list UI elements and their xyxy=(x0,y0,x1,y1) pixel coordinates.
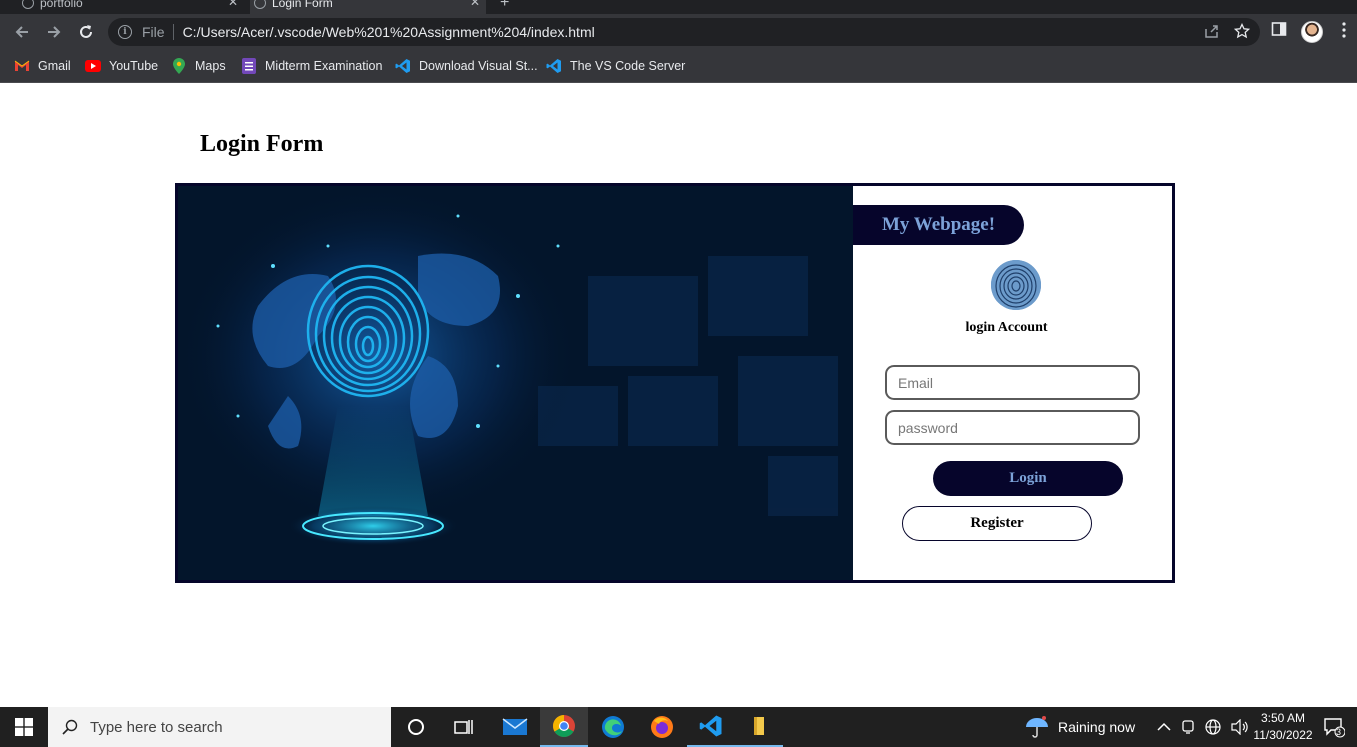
info-icon[interactable]: i xyxy=(118,25,132,39)
bookmark-midterm[interactable]: Midterm Examination xyxy=(241,56,382,76)
page-title: Login Form xyxy=(200,131,324,157)
globe-icon xyxy=(22,0,34,9)
windows-logo-icon xyxy=(15,718,33,736)
vscode-icon xyxy=(699,715,722,737)
meet-now-icon[interactable] xyxy=(1181,719,1195,735)
start-button[interactable] xyxy=(0,707,48,747)
profile-avatar[interactable] xyxy=(1301,21,1323,43)
login-button[interactable]: Login xyxy=(933,461,1123,496)
mail-button[interactable] xyxy=(491,707,539,747)
umbrella-rain-icon xyxy=(1026,716,1048,738)
tab-label: portfolio xyxy=(40,0,83,10)
notification-center-button[interactable]: 3 xyxy=(1323,707,1345,747)
forward-button[interactable] xyxy=(42,20,66,44)
task-view-button[interactable] xyxy=(440,707,488,747)
brand-title: My Webpage! xyxy=(881,214,996,235)
task-view-icon xyxy=(454,720,473,734)
star-icon[interactable] xyxy=(1234,23,1250,39)
vscode-icon xyxy=(395,58,411,74)
chrome-button[interactable] xyxy=(540,707,588,747)
tab-label: Login Form xyxy=(272,0,333,10)
bookmark-download-vscode[interactable]: Download Visual St... xyxy=(395,56,538,76)
menu-kebab-icon[interactable] xyxy=(1338,21,1350,39)
weather-text: Raining now xyxy=(1058,719,1136,735)
forward-arrow-icon xyxy=(48,26,61,38)
address-bar[interactable]: i File C:/Users/Acer/.vscode/Web%201%20A… xyxy=(108,18,1260,46)
reload-icon xyxy=(80,25,92,38)
bookmark-label: Download Visual St... xyxy=(419,59,538,73)
bookmark-vscode-server[interactable]: The VS Code Server xyxy=(546,56,685,76)
maps-icon xyxy=(171,58,187,74)
tab-strip: portfolio ✕ Login Form ✕ + xyxy=(0,0,1357,14)
tab-portfolio[interactable]: portfolio ✕ xyxy=(18,0,244,14)
network-globe-icon[interactable] xyxy=(1205,719,1221,735)
bookmark-gmail[interactable]: Gmail xyxy=(14,56,71,76)
edge-icon xyxy=(602,716,624,738)
reload-button[interactable] xyxy=(74,20,98,44)
firefox-button[interactable] xyxy=(638,707,686,747)
tab-login-form[interactable]: Login Form ✕ xyxy=(250,0,486,14)
search-placeholder: Type here to search xyxy=(90,718,223,736)
close-icon[interactable]: ✕ xyxy=(228,0,238,9)
taskbar-search[interactable]: Type here to search xyxy=(48,707,391,747)
vscode-button[interactable] xyxy=(687,707,735,747)
clock-date: 11/30/2022 xyxy=(1253,728,1313,742)
clock-time: 3:50 AM xyxy=(1260,711,1306,725)
firefox-icon xyxy=(651,716,673,738)
bookmark-label: Gmail xyxy=(38,59,71,73)
bookmark-youtube[interactable]: YouTube xyxy=(85,56,158,76)
url-text[interactable]: C:/Users/Acer/.vscode/Web%201%20Assignme… xyxy=(183,24,595,40)
bookmarks-bar: Gmail YouTube Maps Midterm Examination D… xyxy=(0,50,1357,83)
side-panel-icon[interactable] xyxy=(1271,21,1287,37)
back-button[interactable] xyxy=(10,20,34,44)
vscode-icon xyxy=(546,58,562,74)
chrome-icon xyxy=(553,715,575,737)
scheme-label: File xyxy=(142,24,165,40)
divider xyxy=(172,24,174,40)
mail-icon xyxy=(502,718,528,735)
notification-count: 3 xyxy=(1336,727,1342,737)
globe-icon xyxy=(254,0,266,9)
bookmark-label: Maps xyxy=(195,59,226,73)
login-panel: My Webpage! login Account Login Register xyxy=(853,186,1172,580)
new-tab-icon[interactable]: + xyxy=(500,0,509,12)
chevron-up-icon[interactable] xyxy=(1157,722,1171,732)
search-icon xyxy=(62,719,78,735)
back-arrow-icon xyxy=(15,26,28,38)
bookmark-label: Midterm Examination xyxy=(265,59,383,73)
forms-icon xyxy=(241,58,257,74)
account-heading: login Account xyxy=(965,320,1048,335)
login-container: My Webpage! login Account Login Register xyxy=(175,183,1175,583)
notification-icon xyxy=(1324,718,1345,738)
clock[interactable]: 3:50 AM 11/30/2022 xyxy=(1245,710,1321,744)
password-field[interactable] xyxy=(885,410,1140,445)
edge-button[interactable] xyxy=(589,707,637,747)
close-icon[interactable]: ✕ xyxy=(470,0,480,9)
windows-taskbar: Type here to search Raining now 3:50 AM … xyxy=(0,707,1357,747)
youtube-icon xyxy=(85,58,101,74)
cortana-button[interactable] xyxy=(392,707,440,747)
fingerprint-avatar-icon xyxy=(991,260,1041,310)
email-field[interactable] xyxy=(885,365,1140,400)
file-explorer-button[interactable] xyxy=(735,707,783,747)
hero-illustration xyxy=(178,186,838,546)
bookmark-label: YouTube xyxy=(109,59,159,73)
file-explorer-icon xyxy=(754,717,764,735)
browser-toolbar: i File C:/Users/Acer/.vscode/Web%201%20A… xyxy=(0,14,1357,50)
system-tray xyxy=(1157,707,1249,747)
share-icon[interactable] xyxy=(1204,23,1220,39)
register-button[interactable]: Register xyxy=(902,506,1092,541)
bookmark-maps[interactable]: Maps xyxy=(171,56,226,76)
cortana-icon xyxy=(408,719,424,735)
weather-widget[interactable]: Raining now xyxy=(1024,707,1135,747)
bookmark-label: The VS Code Server xyxy=(570,59,686,73)
fingerprint-hero-image xyxy=(178,186,853,580)
gmail-icon xyxy=(14,58,30,74)
brand-banner: My Webpage! xyxy=(853,205,1024,245)
